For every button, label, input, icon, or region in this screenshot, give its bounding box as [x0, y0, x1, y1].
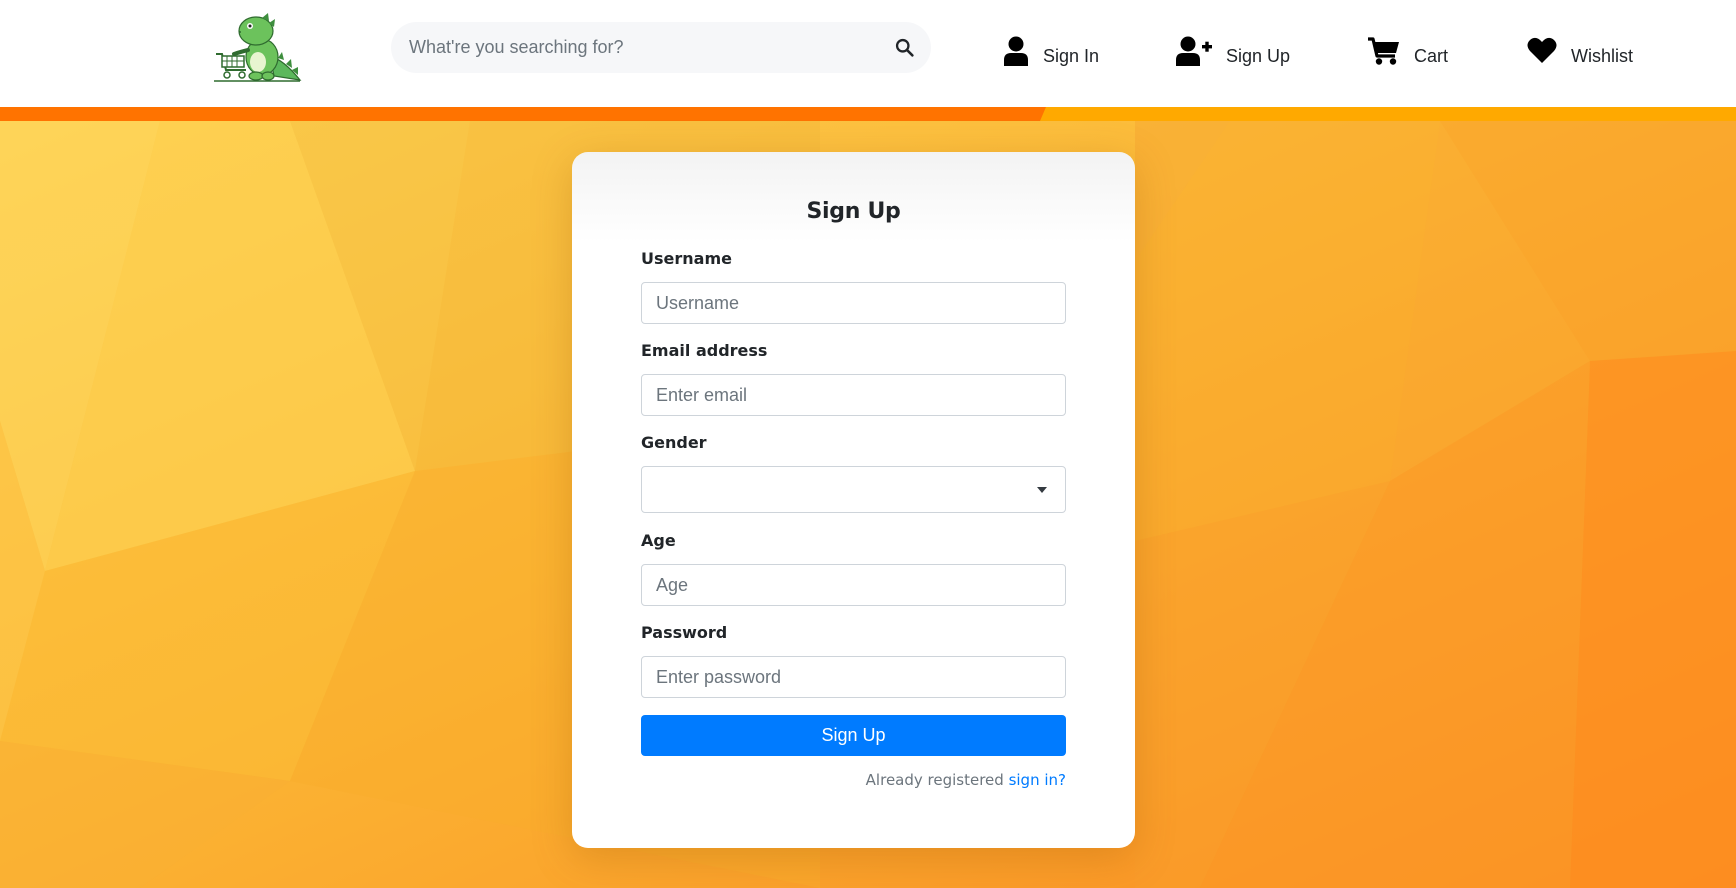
- signin-prompt: Already registered sign in?: [866, 771, 1066, 789]
- username-label: Username: [641, 249, 732, 268]
- signin-prompt-text: Already registered: [865, 771, 1004, 789]
- dinosaur-shopping-cart-logo[interactable]: [212, 10, 302, 82]
- sign-in-link[interactable]: sign in?: [1009, 771, 1066, 789]
- nav-sign-in-label: Sign In: [1043, 46, 1100, 66]
- gender-select[interactable]: [641, 466, 1066, 513]
- age-label: Age: [641, 531, 676, 550]
- cart-icon: [1368, 37, 1399, 65]
- nav-sign-in[interactable]: Sign In: [1003, 26, 1099, 66]
- password-field[interactable]: [641, 656, 1066, 698]
- header-accent-stripe: [0, 107, 1736, 121]
- nav-sign-up-label: Sign Up: [1226, 46, 1291, 66]
- email-label: Email address: [641, 341, 768, 360]
- age-field[interactable]: [641, 564, 1066, 606]
- search-input[interactable]: [391, 22, 931, 73]
- nav-wishlist[interactable]: Wishlist: [1527, 26, 1633, 66]
- nav-sign-up[interactable]: Sign Up: [1176, 26, 1290, 66]
- search-bar: [391, 22, 931, 73]
- search-icon[interactable]: [894, 37, 915, 58]
- nav-cart-label: Cart: [1414, 46, 1449, 66]
- sign-up-button[interactable]: Sign Up: [641, 715, 1066, 756]
- site-header: Sign In Sign Up Cart Wishlist: [0, 0, 1736, 107]
- nav-wishlist-label: Wishlist: [1571, 46, 1633, 66]
- gender-label: Gender: [641, 433, 707, 452]
- username-field[interactable]: [641, 282, 1066, 324]
- nav-cart[interactable]: Cart: [1368, 26, 1448, 66]
- user-icon: [1004, 36, 1028, 66]
- caret-down-icon: [1037, 487, 1047, 493]
- form-title: Sign Up: [806, 199, 901, 224]
- email-field[interactable]: [641, 374, 1066, 416]
- password-label: Password: [641, 623, 728, 642]
- user-plus-icon: [1176, 36, 1212, 66]
- heart-icon: [1527, 37, 1557, 63]
- sign-up-card: Sign Up Username Email address Gender Ag…: [572, 152, 1135, 848]
